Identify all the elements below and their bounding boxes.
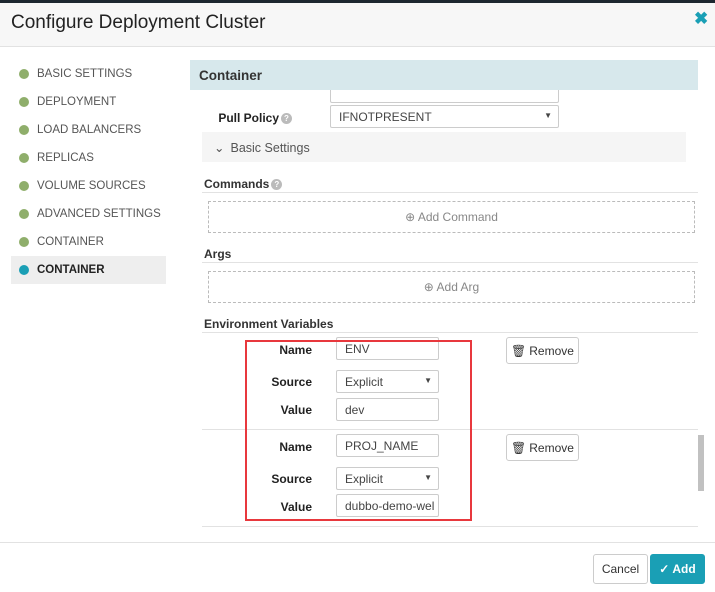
scrollbar-thumb[interactable]	[698, 435, 704, 491]
sidebar-item-label: ADVANCED SETTINGS	[37, 208, 161, 220]
status-dot-icon	[19, 97, 29, 107]
sidebar-item-volume-sources[interactable]: VOLUME SOURCES	[11, 172, 166, 200]
add-command-button[interactable]: ⊕ Add Command	[208, 201, 695, 233]
sidebar-item-label: LOAD BALANCERS	[37, 124, 142, 136]
sidebar-item-label: DEPLOYMENT	[37, 96, 117, 108]
sidebar-item-basic-settings[interactable]: BASIC SETTINGS	[11, 60, 166, 88]
sidebar-item-load-balancers[interactable]: LOAD BALANCERS	[11, 116, 166, 144]
sidebar-item-label: CONTAINER	[37, 236, 104, 248]
help-icon: ?	[281, 113, 292, 124]
sidebar-item-label: BASIC SETTINGS	[37, 68, 133, 80]
sidebar-item-replicas[interactable]: REPLICAS	[11, 144, 166, 172]
sidebar-item-label: CONTAINER	[37, 264, 105, 276]
help-icon: ?	[271, 179, 283, 190]
remove-button[interactable]: 🗑 Remove	[506, 434, 579, 461]
dialog-title: Configure Deployment Cluster	[11, 12, 266, 33]
sidebar-item-advanced-settings[interactable]: ADVANCED SETTINGS	[11, 200, 166, 228]
status-dot-icon	[19, 125, 29, 135]
pull-policy-label: Pull Policy?	[182, 111, 292, 125]
chevron-down-icon: ⌄	[214, 141, 225, 155]
args-label: Args	[204, 247, 232, 261]
basic-settings-toggle[interactable]: ⌄ Basic Settings	[202, 132, 686, 162]
commands-label: Commands?	[204, 177, 283, 191]
check-circle-icon: ✓	[659, 562, 670, 576]
add-button[interactable]: ✓ Add	[650, 554, 705, 584]
sidebar-item-container-1[interactable]: CONTAINER	[11, 228, 166, 256]
status-dot-icon	[19, 69, 29, 79]
trash-icon: 🗑	[511, 343, 527, 358]
status-dot-icon	[19, 237, 29, 247]
env-vars-label: Environment Variables	[204, 317, 334, 331]
sidebar-item-container-2[interactable]: CONTAINER	[11, 256, 166, 284]
plus-circle-icon: ⊕	[405, 210, 416, 224]
basic-settings-label: Basic Settings	[230, 141, 310, 155]
cancel-button[interactable]: Cancel	[593, 554, 648, 584]
highlight-box	[245, 340, 472, 521]
status-dot-icon	[19, 265, 29, 275]
sidebar-item-deployment[interactable]: DEPLOYMENT	[11, 88, 166, 116]
pull-policy-select[interactable]: IFNOTPRESENT	[330, 105, 559, 128]
close-icon[interactable]: ✖	[694, 9, 708, 29]
trash-icon: 🗑	[511, 440, 527, 455]
add-arg-button[interactable]: ⊕ Add Arg	[208, 271, 695, 303]
section-header: Container	[190, 60, 698, 90]
sidebar-item-label: VOLUME SOURCES	[37, 180, 146, 192]
sidebar-item-label: REPLICAS	[37, 152, 94, 164]
plus-circle-icon: ⊕	[423, 280, 434, 294]
status-dot-icon	[19, 181, 29, 191]
status-dot-icon	[19, 153, 29, 163]
remove-button[interactable]: 🗑 Remove	[506, 337, 579, 364]
status-dot-icon	[19, 209, 29, 219]
